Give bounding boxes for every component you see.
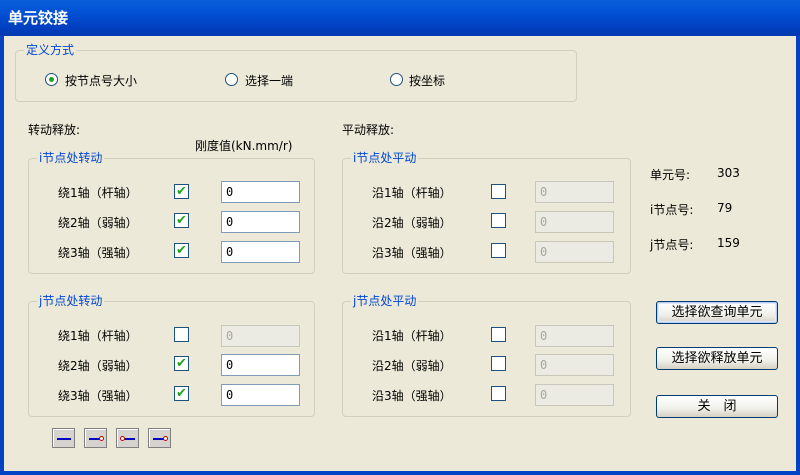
i-rot-axis1-label: 绕1轴（杆轴）	[58, 186, 138, 200]
i-trans-axis3-label: 沿3轴（强轴）	[372, 246, 452, 260]
element-number-label: 单元号:	[650, 168, 691, 182]
window-frame-left	[0, 36, 4, 475]
j-trans-axis2-label: 沿2轴（弱轴）	[372, 359, 452, 373]
j-rot-axis2-input[interactable]: 0	[221, 354, 300, 376]
i-trans-axis2-input: 0	[535, 211, 614, 233]
hinge-j-end-icon[interactable]	[84, 428, 107, 448]
j-rotation-title: j节点处转动	[37, 293, 105, 309]
j-node-number-value: 159	[717, 236, 740, 250]
select-query-element-button[interactable]: 选择欲查询单元	[656, 301, 778, 324]
hinge-both-end-icon[interactable]	[148, 428, 171, 448]
j-rot-axis1-label: 绕1轴（杆轴）	[58, 329, 138, 343]
j-trans-axis1-label: 沿1轴（杆轴）	[372, 329, 452, 343]
j-trans-axis1-checkbox[interactable]	[491, 327, 506, 342]
i-trans-axis3-checkbox[interactable]	[491, 243, 506, 258]
hinge-i-end-icon[interactable]	[116, 428, 139, 448]
j-trans-axis3-label: 沿3轴（强轴）	[372, 389, 452, 403]
i-trans-axis2-checkbox[interactable]	[491, 213, 506, 228]
j-translation-title: j节点处平动	[351, 293, 419, 309]
j-rot-axis3-input[interactable]: 0	[221, 384, 300, 406]
i-trans-axis2-label: 沿2轴（弱轴）	[372, 216, 452, 230]
i-trans-axis3-input: 0	[535, 241, 614, 263]
i-translation-title: i节点处平动	[351, 150, 419, 166]
window-frame-right	[796, 36, 800, 475]
hinge-none-icon[interactable]	[52, 428, 75, 448]
i-rot-axis1-input[interactable]: 0	[221, 181, 300, 203]
j-rot-axis2-checkbox[interactable]: ✔	[174, 356, 189, 371]
i-rot-axis3-label: 绕3轴（强轴）	[58, 246, 138, 260]
i-trans-axis1-input: 0	[535, 181, 614, 203]
element-number-value: 303	[717, 166, 740, 180]
radio-by-coordinate[interactable]	[390, 73, 403, 86]
select-release-element-button[interactable]: 选择欲释放单元	[656, 347, 778, 370]
i-rot-axis2-checkbox[interactable]: ✔	[174, 213, 189, 228]
i-trans-axis1-checkbox[interactable]	[491, 184, 506, 199]
i-rot-axis2-input[interactable]: 0	[221, 211, 300, 233]
i-rot-axis1-checkbox[interactable]: ✔	[174, 184, 189, 199]
radio-by-node-number[interactable]	[45, 73, 58, 86]
radio-select-end-label[interactable]: 选择一端	[245, 72, 293, 89]
j-trans-axis2-checkbox[interactable]	[491, 356, 506, 371]
window-frame-bottom	[0, 471, 800, 475]
j-rot-axis1-input: 0	[221, 325, 300, 347]
radio-by-coordinate-label[interactable]: 按坐标	[409, 72, 445, 89]
window-title-bar[interactable]: 单元铰接	[0, 0, 800, 36]
radio-by-node-number-label[interactable]: 按节点号大小	[65, 72, 137, 89]
j-trans-axis3-input: 0	[535, 384, 614, 406]
i-node-number-value: 79	[717, 201, 733, 215]
j-rot-axis2-label: 绕2轴（弱轴）	[58, 359, 138, 373]
define-method-title: 定义方式	[24, 42, 77, 58]
close-button[interactable]: 关 闭	[656, 395, 778, 418]
i-rot-axis3-checkbox[interactable]: ✔	[174, 243, 189, 258]
radio-select-end[interactable]	[225, 73, 238, 86]
i-node-number-label: i节点号:	[650, 203, 694, 217]
j-trans-axis2-input: 0	[535, 354, 614, 376]
i-rot-axis2-label: 绕2轴（弱轴）	[58, 216, 138, 230]
j-rot-axis3-checkbox[interactable]: ✔	[174, 386, 189, 401]
j-trans-axis1-input: 0	[535, 325, 614, 347]
i-rot-axis3-input[interactable]: 0	[221, 241, 300, 263]
window-title: 单元铰接	[8, 9, 69, 27]
translation-release-label: 平动释放:	[342, 123, 395, 137]
j-rot-axis1-checkbox[interactable]	[174, 327, 189, 342]
j-trans-axis3-checkbox[interactable]	[491, 386, 506, 401]
stiffness-label: 刚度值(kN.mm/r)	[195, 139, 293, 153]
rotation-release-label: 转动释放:	[28, 123, 81, 137]
j-node-number-label: j节点号:	[650, 238, 694, 252]
i-trans-axis1-label: 沿1轴（杆轴）	[372, 186, 452, 200]
j-rot-axis3-label: 绕3轴（强轴）	[58, 389, 138, 403]
i-rotation-title: i节点处转动	[37, 150, 105, 166]
